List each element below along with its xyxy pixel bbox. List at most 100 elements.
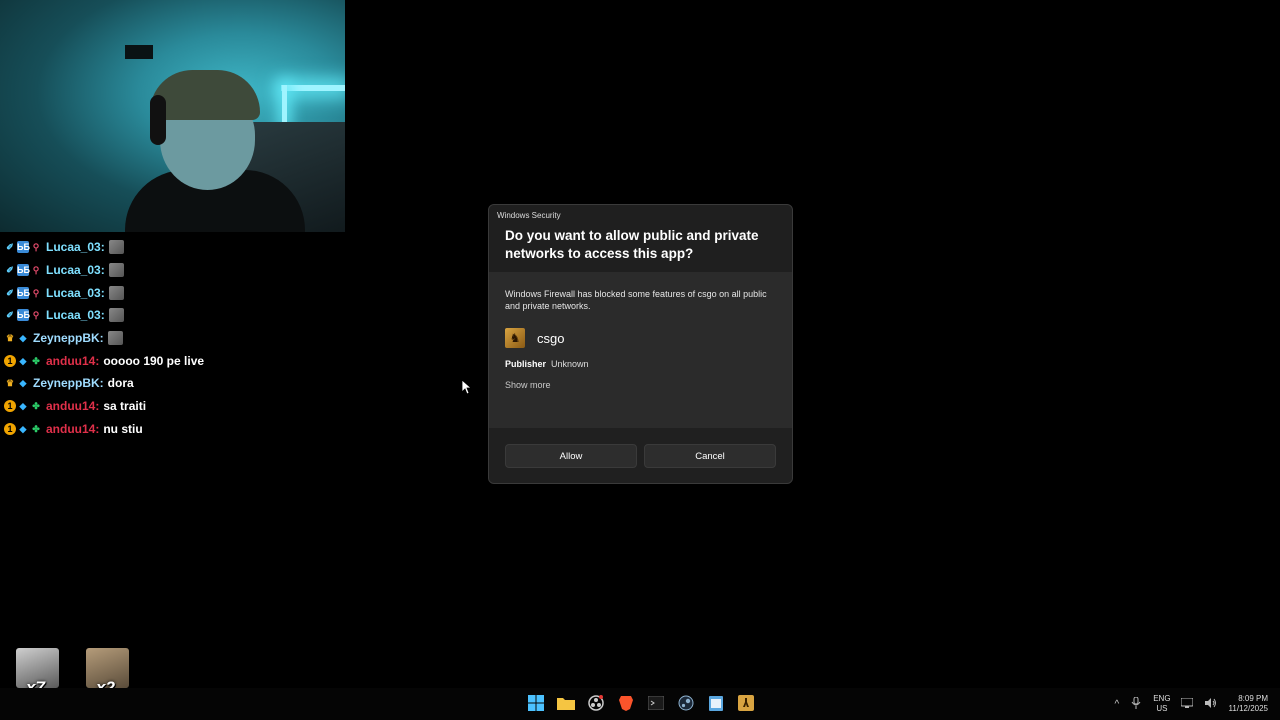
pin-badge-icon: ⚲ — [32, 242, 40, 253]
chat-message: ♛ ◆ ZeyneppBK: dora — [4, 372, 344, 395]
mouse-cursor-icon — [462, 380, 472, 395]
chat-username: ZeyneppBK: — [33, 376, 104, 391]
subscriber-badge-icon: ЬБ — [17, 241, 30, 254]
chat-message-text: sa traiti — [103, 399, 147, 414]
webcam-headphones — [150, 95, 166, 145]
cube-badge-icon: ◆ — [19, 378, 27, 389]
tier-one-badge-icon: 1 — [4, 422, 16, 435]
notepad-icon[interactable] — [706, 692, 726, 714]
publisher-label: Publisher — [505, 359, 547, 369]
emote-combo-stack: x7 x2 — [16, 648, 129, 697]
chat-message: ✐ ЬБ ⚲ Lucaa_03: — [4, 236, 344, 259]
webcam-led-light — [281, 85, 345, 91]
dialog-header: Windows Security Do you want to allow pu… — [489, 205, 792, 272]
dialog-app-title: Windows Security — [497, 211, 561, 220]
sword-badge-icon: ✐ — [6, 310, 14, 321]
csgo-icon: ♞ — [505, 328, 525, 348]
chat-emote-icon — [108, 263, 124, 278]
brave-icon[interactable] — [616, 692, 636, 714]
webcam-feed — [0, 0, 345, 232]
chat-message: ♛ ◆ ZeyneppBK: — [4, 327, 344, 350]
chat-username: anduu14: — [46, 421, 100, 436]
cube-badge-icon: ◆ — [19, 333, 27, 344]
dialog-title: Do you want to allow public and private … — [505, 228, 759, 261]
dialog-footer: Allow Cancel — [489, 428, 792, 483]
webcam-streamer-cap — [150, 70, 260, 120]
cube-badge-icon: ◆ — [19, 355, 27, 366]
chat-emote-icon — [108, 240, 124, 255]
language-bottom: US — [1156, 704, 1168, 713]
steam-icon[interactable] — [676, 692, 696, 714]
gift-badge-icon: ✤ — [32, 355, 40, 366]
obs-icon[interactable] — [586, 692, 606, 714]
chat-message: 1 ◆ ✤ anduu14: sa traiti — [4, 395, 344, 418]
cube-badge-icon: ◆ — [19, 423, 27, 434]
windows-security-dialog: Windows Security Do you want to allow pu… — [488, 204, 793, 484]
chat-username: Lucaa_03: — [46, 308, 105, 323]
chevron-up-icon[interactable]: ^ — [1115, 699, 1120, 710]
chat-emote-icon — [108, 285, 124, 300]
chat-username: Lucaa_03: — [46, 263, 105, 278]
cancel-button[interactable]: Cancel — [644, 444, 776, 468]
emote-combo-card: x7 — [16, 648, 59, 697]
windows-start-icon[interactable] — [526, 692, 546, 714]
chat-message: ✐ ЬБ ⚲ Lucaa_03: — [4, 304, 344, 327]
crown-badge-icon: ♛ — [5, 333, 15, 344]
dialog-body: Windows Firewall has blocked some featur… — [489, 272, 792, 390]
file-explorer-icon[interactable] — [556, 692, 576, 714]
stream-chat: ✐ ЬБ ⚲ Lucaa_03: ✐ ЬБ ⚲ Lucaa_03: ✐ ЬБ ⚲ Lucaa_03: ✐… — [4, 236, 344, 440]
clock-date: 11/12/2025 — [1228, 704, 1268, 713]
chat-message-text: nu stiu — [103, 421, 143, 436]
chat-username: anduu14: — [46, 399, 100, 414]
cube-badge-icon: ◆ — [19, 401, 27, 412]
volume-icon[interactable] — [1204, 697, 1217, 711]
gift-badge-icon: ✤ — [32, 423, 40, 434]
chat-username: Lucaa_03: — [46, 240, 105, 255]
tier-one-badge-icon: 1 — [4, 354, 16, 367]
chat-message: ✐ ЬБ ⚲ Lucaa_03: — [4, 259, 344, 282]
chat-username: ZeyneppBK: — [33, 331, 104, 346]
sword-badge-icon: ✐ — [6, 287, 14, 298]
chat-username: anduu14: — [46, 353, 100, 368]
dialog-description: Windows Firewall has blocked some featur… — [505, 289, 767, 311]
webcam-led-light-vertical — [282, 85, 287, 125]
language-indicator[interactable]: ENG US — [1153, 694, 1170, 714]
gift-badge-icon: ✤ — [32, 401, 40, 412]
terminal-icon[interactable] — [646, 692, 666, 714]
subscriber-badge-icon: ЬБ — [17, 286, 30, 299]
show-more-link[interactable]: Show more — [505, 380, 776, 390]
publisher-value: Unknown — [551, 359, 589, 369]
clock[interactable]: 8:09 PM 11/12/2025 — [1229, 694, 1268, 714]
network-icon[interactable] — [1180, 697, 1194, 711]
csgo-taskbar-icon[interactable] — [736, 692, 756, 714]
microphone-icon[interactable] — [1131, 696, 1141, 712]
webcam-shelf — [125, 45, 153, 59]
sword-badge-icon: ✐ — [6, 265, 14, 276]
chat-message: 1 ◆ ✤ anduu14: nu stiu — [4, 418, 344, 441]
app-name: csgo — [537, 330, 565, 346]
pin-badge-icon: ⚲ — [32, 265, 40, 276]
chat-username: Lucaa_03: — [46, 285, 105, 300]
clock-time: 8:09 PM — [1238, 694, 1268, 703]
crown-badge-icon: ♛ — [5, 378, 15, 389]
pin-badge-icon: ⚲ — [32, 310, 40, 321]
publisher-row: Publisher Unknown — [505, 359, 776, 369]
language-top: ENG — [1153, 694, 1171, 703]
chat-message-text: dora — [107, 376, 134, 391]
pin-badge-icon: ⚲ — [32, 287, 40, 298]
emote-combo-card: x2 — [86, 648, 129, 697]
allow-button[interactable]: Allow — [505, 444, 637, 468]
chat-message: 1 ◆ ✤ anduu14: ooooo 190 pe live — [4, 349, 344, 372]
sword-badge-icon: ✐ — [6, 242, 14, 253]
tier-one-badge-icon: 1 — [4, 400, 16, 413]
taskbar: ^ ENG US 8:09 PM 11/12/2025 — [0, 688, 1280, 720]
system-tray: ^ ENG US 8:09 PM 11/12/2025 — [1115, 688, 1280, 720]
subscriber-badge-icon: ЬБ — [17, 309, 30, 322]
chat-message-text: ooooo 190 pe live — [103, 353, 205, 368]
chat-emote-icon — [108, 308, 124, 323]
chat-emote-icon — [107, 331, 123, 346]
app-row: ♞ csgo — [505, 328, 776, 348]
taskbar-pinned-apps — [526, 692, 756, 714]
subscriber-badge-icon: ЬБ — [17, 264, 30, 277]
chat-message: ✐ ЬБ ⚲ Lucaa_03: — [4, 281, 344, 304]
